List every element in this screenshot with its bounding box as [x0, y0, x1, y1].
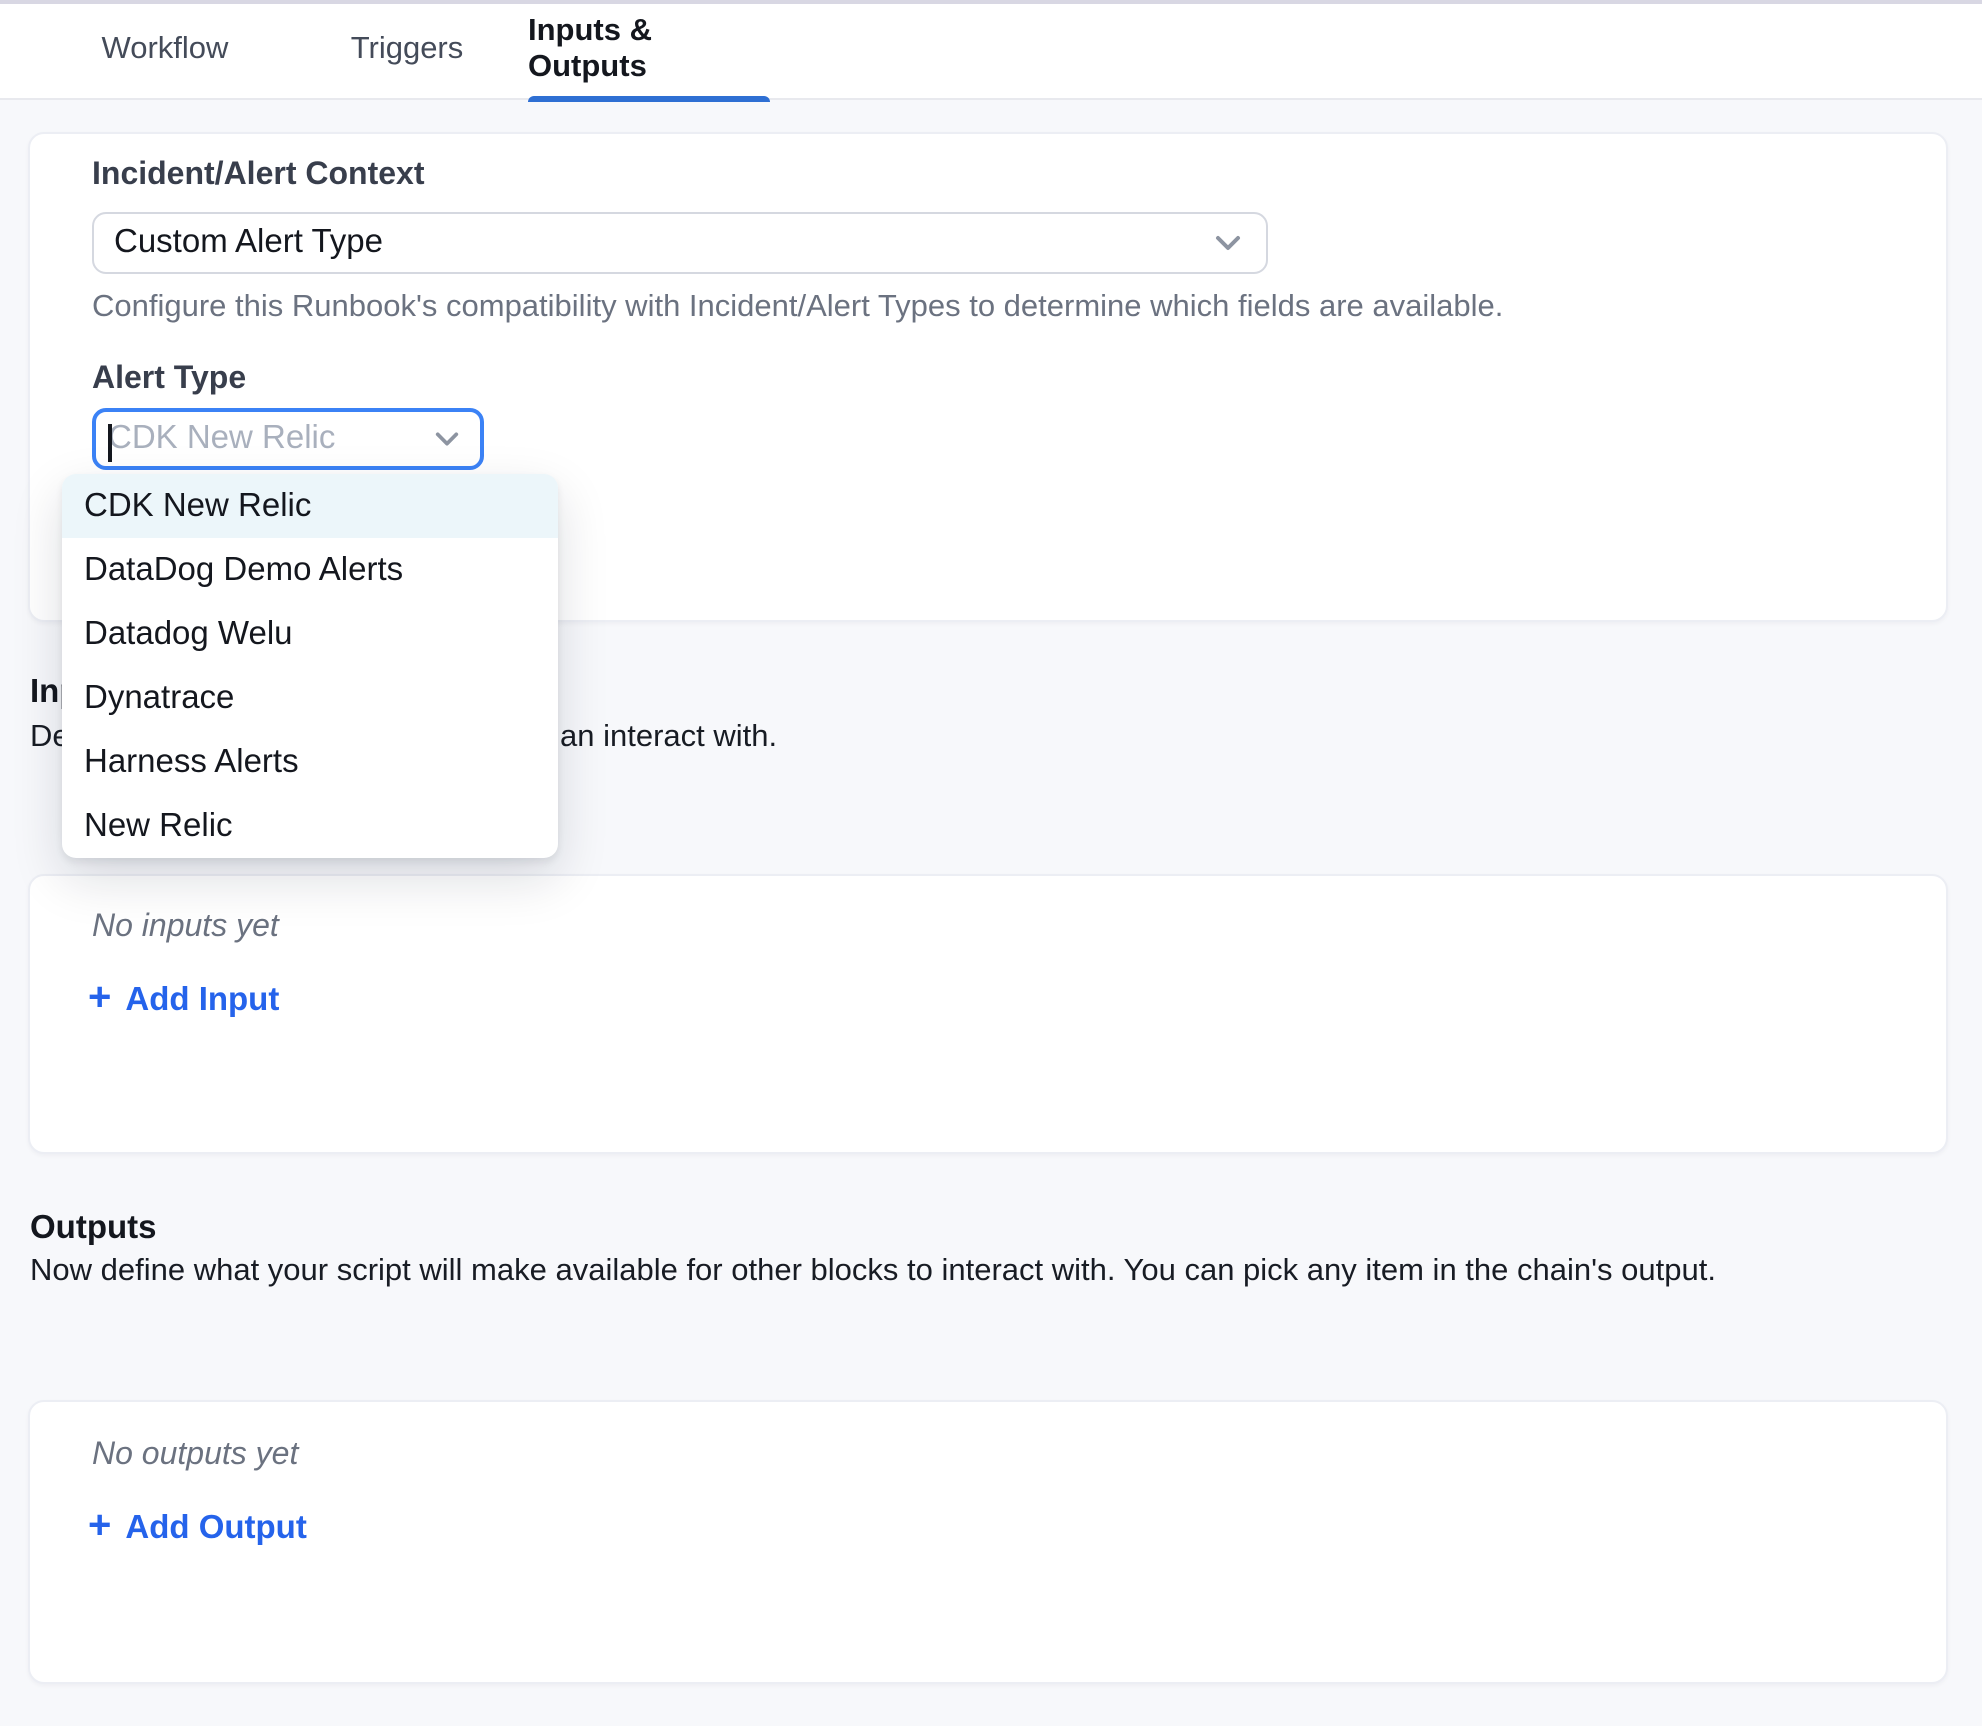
context-label: Incident/Alert Context: [92, 158, 424, 194]
alert-type-label: Alert Type: [92, 362, 246, 398]
dropdown-option[interactable]: New Relic: [62, 794, 558, 858]
plus-icon: +: [88, 978, 111, 1018]
runbook-config-screen: Workflow Triggers Inputs & Outputs Incid…: [0, 0, 1982, 1726]
chevron-down-icon: [434, 430, 460, 448]
outputs-card: No outputs yet + Add Output: [28, 1400, 1948, 1684]
outputs-empty-state: No outputs yet: [92, 1438, 298, 1474]
tab-bar: Workflow Triggers Inputs & Outputs: [0, 0, 1982, 100]
tab-triggers[interactable]: Triggers: [286, 0, 528, 100]
dropdown-option[interactable]: DataDog Demo Alerts: [62, 538, 558, 602]
inputs-empty-state: No inputs yet: [92, 910, 279, 946]
plus-icon: +: [88, 1506, 111, 1546]
dropdown-option[interactable]: Harness Alerts: [62, 730, 558, 794]
context-select[interactable]: Custom Alert Type: [92, 212, 1268, 274]
inputs-description-fragment-end: an interact with.: [560, 720, 777, 756]
dropdown-option[interactable]: Datadog Welu: [62, 602, 558, 666]
tab-inputs-outputs-label: Inputs & Outputs: [528, 14, 770, 86]
outputs-description: Now define what your script will make av…: [30, 1254, 1716, 1290]
window-top-border: [0, 0, 1982, 4]
active-tab-underline: [528, 95, 770, 102]
add-input-button[interactable]: + Add Input: [88, 980, 279, 1020]
tab-workflow[interactable]: Workflow: [44, 0, 286, 100]
outputs-section-title: Outputs: [30, 1210, 157, 1248]
add-output-label: Add Output: [125, 1509, 306, 1547]
context-select-value: Custom Alert Type: [114, 224, 1214, 262]
dropdown-option[interactable]: CDK New Relic: [62, 474, 558, 538]
context-helper-text: Configure this Runbook's compatibility w…: [92, 290, 1503, 326]
tab-inputs-outputs[interactable]: Inputs & Outputs: [528, 0, 770, 100]
dropdown-option[interactable]: Dynatrace: [62, 666, 558, 730]
tab-workflow-label: Workflow: [102, 32, 229, 68]
alert-type-combobox[interactable]: [92, 408, 484, 470]
add-input-label: Add Input: [125, 981, 279, 1019]
text-caret: [108, 424, 111, 462]
add-output-button[interactable]: + Add Output: [88, 1508, 307, 1548]
alert-type-input[interactable]: [108, 420, 434, 458]
chevron-down-icon: [1214, 234, 1242, 252]
alert-type-dropdown-menu: CDK New Relic DataDog Demo Alerts Datado…: [62, 474, 558, 858]
inputs-card: No inputs yet + Add Input: [28, 874, 1948, 1154]
tab-triggers-label: Triggers: [351, 32, 464, 68]
